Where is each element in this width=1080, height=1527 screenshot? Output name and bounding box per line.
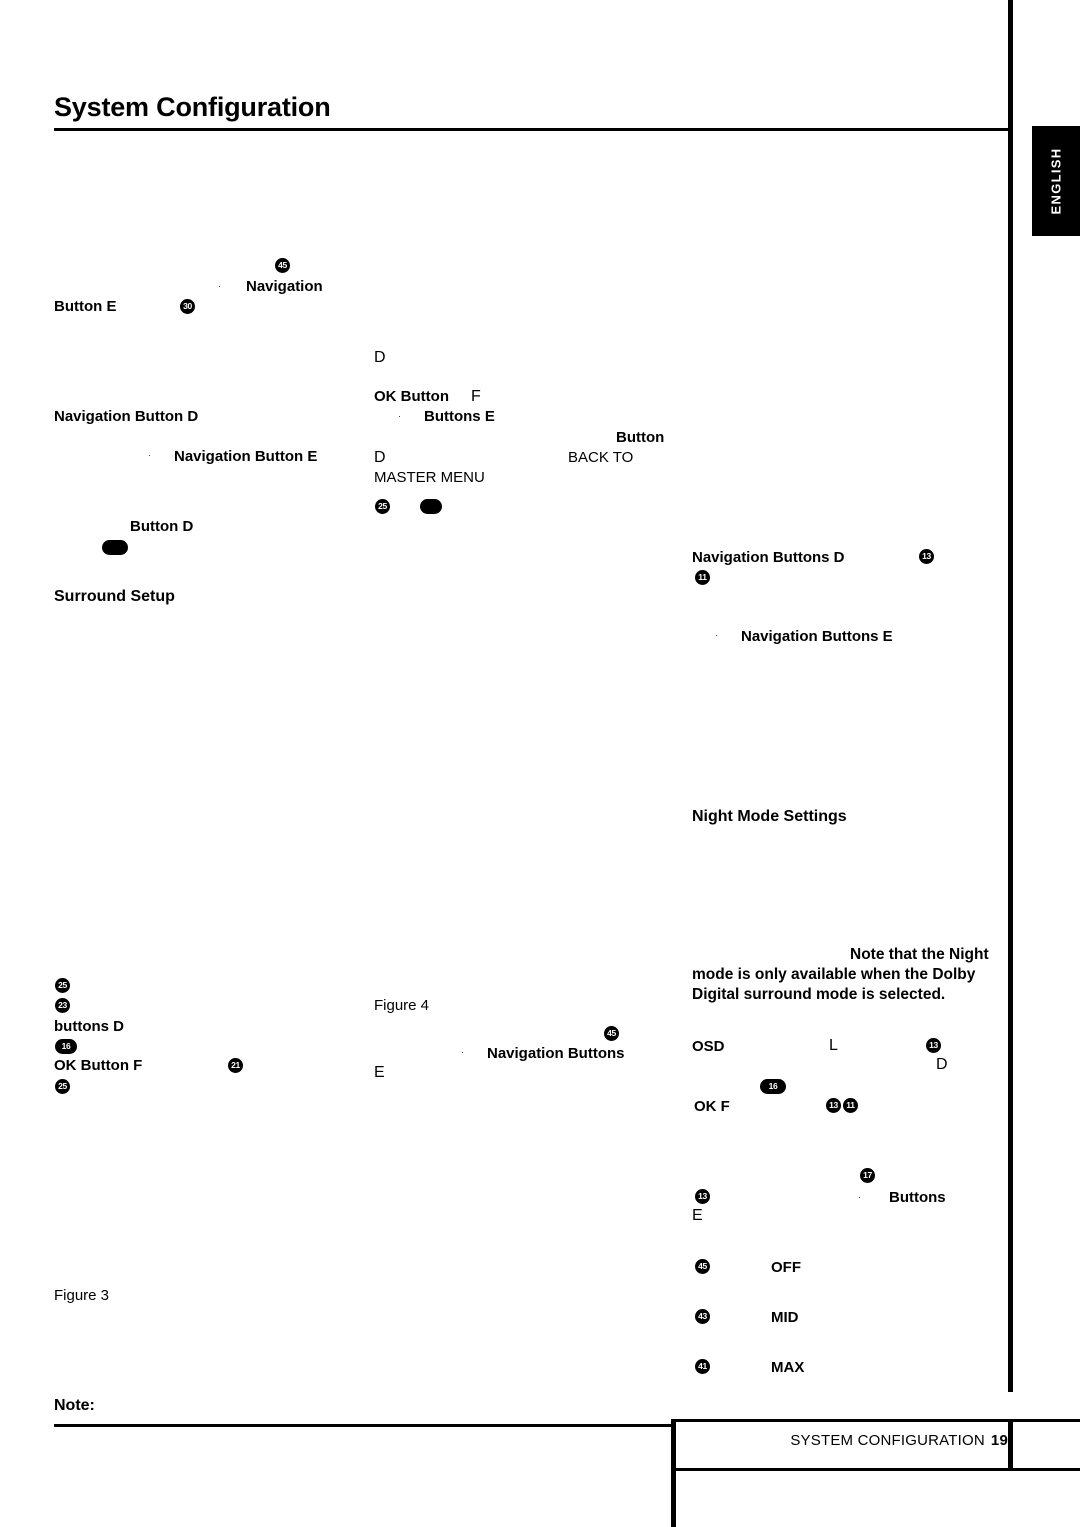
page-title: System Configuration	[54, 92, 331, 122]
fragment-buttons-e-mid: Buttons E	[424, 408, 495, 425]
badge-11-nav-d: 11	[695, 570, 710, 585]
fragment-ok-button-mid: OK Button	[374, 388, 449, 405]
badge-45-mid: 45	[604, 1026, 619, 1041]
document-page: System Configuration ENGLISH Button E 30…	[0, 0, 1080, 1527]
fragment-osd: OSD	[692, 1038, 725, 1055]
fragment-letter-d-top: D	[374, 349, 386, 366]
badge-night-mode-mid: 43	[695, 1309, 710, 1324]
badge-17-buttons: 17	[860, 1168, 875, 1183]
badge-16-osd: 16	[760, 1079, 786, 1094]
badge-13-ok: 13	[826, 1098, 841, 1113]
badge-45-nav-top: 45	[275, 258, 290, 273]
fragment-ok-button-mid-suffix: F	[471, 388, 481, 405]
note-label: Note:	[54, 1397, 95, 1414]
night-mode-option-mid: MID	[771, 1309, 799, 1326]
badge-night-mode-max: 41	[695, 1359, 710, 1374]
fragment-button-e: Button E	[54, 298, 117, 315]
fragment-buttons-right: Buttons	[889, 1189, 946, 1206]
badge-13-buttons: 13	[695, 1189, 710, 1204]
badge-blob-surround	[102, 540, 128, 555]
figure-caption-3: Figure 3	[54, 1287, 110, 1304]
fragment-navigation-buttons-d: Navigation Buttons D	[692, 549, 845, 566]
fragment-navigation-top: Navigation	[246, 278, 323, 295]
fragment-letter-d-right: D	[936, 1056, 948, 1073]
tick-mark-mid-1: ·	[398, 411, 401, 421]
page-right-border-rule	[1008, 0, 1013, 1392]
footer-bottom-rule	[676, 1468, 1080, 1471]
title-underline-rule	[54, 128, 1008, 131]
night-mode-note: Note that the Night mode is only availab…	[692, 946, 989, 1003]
fragment-navigation-button-e: Navigation Button E	[174, 448, 318, 465]
fragment-navigation-button-d: Navigation Button D	[54, 408, 199, 425]
fragment-button-d: Button D	[130, 518, 194, 535]
footer-page-number: 19	[990, 1432, 1008, 1449]
badge-dot-master	[420, 499, 442, 514]
night-mode-option-max: MAX	[771, 1359, 805, 1376]
footer: SYSTEM CONFIGURATION 19	[676, 1432, 1008, 1449]
fragment-master-menu: MASTER MENU	[374, 469, 485, 486]
footer-top-rule	[676, 1419, 1080, 1422]
fragment-ok-f: OK F	[694, 1098, 730, 1115]
footer-label: SYSTEM CONFIGURATION	[790, 1432, 985, 1449]
tick-mark-right-1: ·	[715, 630, 718, 640]
language-tab-label: ENGLISH	[1048, 147, 1064, 215]
badge-21-left: 21	[228, 1058, 243, 1073]
badge-25-left-b: 25	[55, 1079, 70, 1094]
figure-caption-4: Figure 4	[374, 997, 430, 1014]
night-mode-option-off: OFF	[771, 1259, 801, 1276]
fragment-navigation-buttons-mid: Navigation Buttons	[487, 1045, 625, 1062]
tick-mark-left-1: ·	[148, 450, 151, 460]
fragment-buttons-d: buttons D	[54, 1018, 124, 1035]
tick-mark-mid-2: ·	[461, 1047, 464, 1057]
badge-11-ok: 11	[843, 1098, 858, 1113]
fragment-letter-d-mid: D	[374, 449, 386, 466]
language-tab-english: ENGLISH	[1032, 126, 1080, 236]
footer-right-border-rule	[1008, 1419, 1013, 1471]
tick-mark-nav-top: ·	[218, 281, 221, 291]
note-underline-rule	[54, 1424, 672, 1427]
fragment-letter-l: L	[829, 1037, 838, 1054]
badge-16-left: 16	[55, 1039, 77, 1054]
fragment-ok-button-f: OK Button F	[54, 1057, 143, 1074]
fragment-back-to: BACK TO	[568, 449, 634, 466]
fragment-letter-e-right: E	[692, 1207, 703, 1224]
tick-mark-right-2: ·	[858, 1192, 861, 1202]
fragment-navigation-buttons-e: Navigation Buttons E	[741, 628, 893, 645]
badge-25-master: 25	[375, 499, 390, 514]
fragment-letter-e-mid: E	[374, 1064, 385, 1081]
heading-night-mode-settings: Night Mode Settings	[692, 808, 847, 825]
badge-23-left: 23	[55, 998, 70, 1013]
badge-night-mode-off: 45	[695, 1259, 710, 1274]
badge-13-nav-d: 13	[919, 549, 934, 564]
badge-25-left-a: 25	[55, 978, 70, 993]
badge-30: 30	[180, 299, 195, 314]
heading-surround-setup: Surround Setup	[54, 588, 175, 605]
fragment-button-right: Button	[616, 429, 665, 446]
badge-13-osd: 13	[926, 1038, 941, 1053]
